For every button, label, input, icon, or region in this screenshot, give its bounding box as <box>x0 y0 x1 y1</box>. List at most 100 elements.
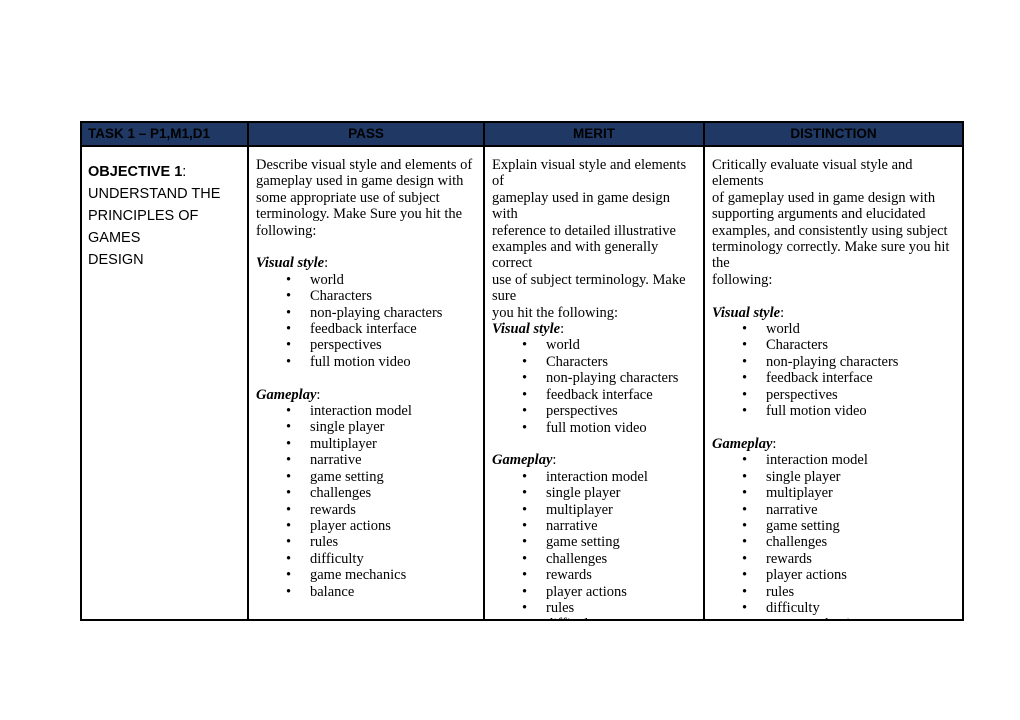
list-item: challenges <box>712 534 956 551</box>
table-header-row: TASK 1 – P1,M1,D1 PASS MERIT DISTINCTION <box>82 123 962 147</box>
pass-visual-style-heading-label: Visual style <box>256 255 325 272</box>
distinction-gameplay-heading-label: Gameplay <box>712 435 773 452</box>
list-item: world <box>712 321 956 338</box>
pass-visual-style-heading: Visual style: <box>256 255 329 272</box>
distinction-gameplay-heading: Gameplay: <box>712 435 777 452</box>
objective-colon: : <box>182 164 187 180</box>
merit-intro-line: gameplay used in game design with <box>492 189 670 223</box>
distinction-intro-line: supporting arguments and elucidated <box>712 206 926 223</box>
list-item: player actions <box>712 567 956 584</box>
list-item: narrative <box>492 518 697 535</box>
table-body-row: OBJECTIVE 1: UNDERSTAND THE PRINCIPLES O… <box>82 147 962 619</box>
list-item: Characters <box>492 354 697 371</box>
objective-line: PRINCIPLES OF GAMES <box>88 208 199 246</box>
list-item: balance <box>256 584 477 601</box>
merit-intro-line: you hit the following: <box>492 304 619 321</box>
merit-gameplay-heading-label: Gameplay <box>492 452 553 469</box>
list-item: rewards <box>492 567 697 584</box>
list-item: difficulty <box>712 600 956 617</box>
pass-gameplay-list: interaction model single player multipla… <box>256 403 477 600</box>
list-item: rules <box>712 584 956 601</box>
cell-distinction: Critically evaluate visual style and ele… <box>703 147 962 619</box>
list-item: Characters <box>712 337 956 354</box>
objective-line: DESIGN <box>88 252 144 268</box>
pass-intro-line: Describe visual style and elements of <box>256 157 473 173</box>
distinction-visual-style-heading: Visual style: <box>712 304 785 321</box>
list-item: challenges <box>492 551 697 568</box>
distinction-blank-line <box>712 419 956 435</box>
list-item: single player <box>492 485 697 502</box>
distinction-intro-line: following: <box>712 271 773 288</box>
list-item: single player <box>712 469 956 486</box>
list-item: non-playing characters <box>256 305 477 322</box>
merit-intro-line: examples and with generally correct <box>492 239 659 272</box>
list-item: narrative <box>256 452 477 469</box>
list-item: perspectives <box>712 387 956 404</box>
list-item: full motion video <box>256 354 477 371</box>
objective-line: UNDERSTAND THE <box>88 186 221 202</box>
list-item: Characters <box>256 288 477 305</box>
list-item: player actions <box>256 518 477 535</box>
distinction-gameplay-list: interaction model single player multipla… <box>712 452 956 619</box>
objective-title-line: OBJECTIVE 1: <box>88 161 241 183</box>
list-item: non-playing characters <box>492 370 697 387</box>
list-item: interaction model <box>492 469 697 486</box>
list-item: rules <box>256 534 477 551</box>
pass-gameplay-heading: Gameplay: <box>256 386 321 403</box>
pass-gameplay-heading-label: Gameplay <box>256 386 317 403</box>
distinction-intro-line: Critically evaluate visual style and ele… <box>712 157 913 190</box>
list-item: multiplayer <box>492 502 697 519</box>
objective-text: OBJECTIVE 1: UNDERSTAND THE PRINCIPLES O… <box>88 161 241 271</box>
column-header-distinction-label: DISTINCTION <box>790 126 877 142</box>
list-item: world <box>256 272 477 289</box>
list-item: narrative <box>712 502 956 519</box>
list-item: interaction model <box>256 403 477 420</box>
list-item: rules <box>492 600 697 617</box>
list-item: difficulty <box>492 616 697 619</box>
list-item: rewards <box>256 502 477 519</box>
merit-intro-line: Explain visual style and elements of <box>492 157 687 190</box>
list-item: game mechanics <box>256 567 477 584</box>
list-item: game setting <box>712 518 956 535</box>
list-item: interaction model <box>712 452 956 469</box>
cell-objective: OBJECTIVE 1: UNDERSTAND THE PRINCIPLES O… <box>82 147 247 619</box>
distinction-blank-line <box>712 288 956 304</box>
list-item: difficulty <box>256 551 477 568</box>
list-item: game setting <box>256 469 477 486</box>
distinction-intro-line: terminology correctly. Make sure you hit… <box>712 239 950 272</box>
merit-gameplay-heading: Gameplay: <box>492 452 557 469</box>
list-item: full motion video <box>492 420 697 437</box>
list-item: multiplayer <box>712 485 956 502</box>
list-item: player actions <box>492 584 697 601</box>
list-item: challenges <box>256 485 477 502</box>
objective-bold-prefix: OBJECTIVE 1 <box>88 164 183 180</box>
column-header-distinction: DISTINCTION <box>703 123 962 145</box>
pass-intro-line: gameplay used in game design with <box>256 173 464 190</box>
pass-visual-style-list: world Characters non-playing characters … <box>256 272 477 371</box>
merit-intro-line: reference to detailed illustrative <box>492 222 676 239</box>
column-header-pass-label: PASS <box>348 126 384 142</box>
list-item: feedback interface <box>256 321 477 338</box>
list-item: game setting <box>492 534 697 551</box>
list-item: perspectives <box>256 337 477 354</box>
list-item: non-playing characters <box>712 354 956 371</box>
cell-pass: Describe visual style and elements of ga… <box>247 147 483 619</box>
merit-gameplay-list: interaction model single player multipla… <box>492 469 697 619</box>
distinction-visual-style-heading-label: Visual style <box>712 304 781 321</box>
distinction-intro-line: examples, and consistently using subject <box>712 222 948 239</box>
column-header-merit: MERIT <box>483 123 703 145</box>
list-item: full motion video <box>712 403 956 420</box>
pass-intro-line: terminology. Make Sure you hit the <box>256 206 463 223</box>
list-item: rewards <box>712 551 956 568</box>
distinction-visual-style-list: world Characters non-playing characters … <box>712 321 956 420</box>
merit-visual-style-heading-label: Visual style <box>492 321 561 338</box>
list-item: world <box>492 337 697 354</box>
pass-intro-line: following: <box>256 222 317 239</box>
distinction-intro-line: of gameplay used in game design with <box>712 189 936 206</box>
list-item: feedback interface <box>712 370 956 387</box>
merit-visual-style-heading: Visual style: <box>492 321 565 338</box>
list-item: multiplayer <box>256 436 477 453</box>
list-item: feedback interface <box>492 387 697 404</box>
column-header-task: TASK 1 – P1,M1,D1 <box>82 123 247 145</box>
assessment-criteria-table: TASK 1 – P1,M1,D1 PASS MERIT DISTINCTION… <box>80 121 964 621</box>
